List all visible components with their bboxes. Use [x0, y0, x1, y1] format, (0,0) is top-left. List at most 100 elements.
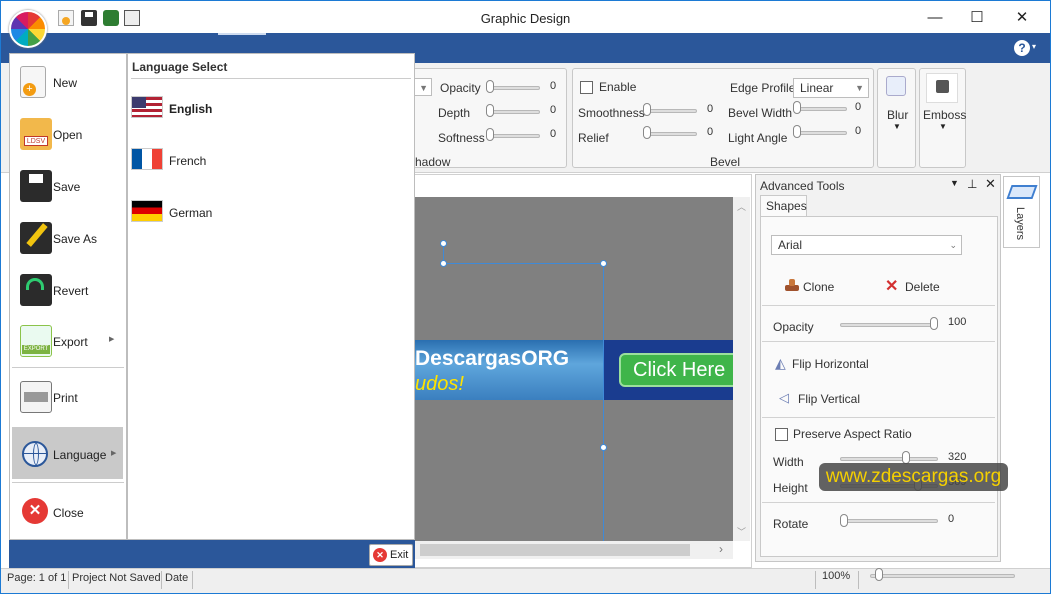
menu-language[interactable]: Language ▶	[12, 427, 123, 479]
close-window-button[interactable]: ✕	[999, 5, 1045, 31]
minimize-button[interactable]: —	[912, 5, 958, 31]
bevel-width-slider[interactable]	[793, 107, 847, 111]
menu-divider	[12, 367, 124, 368]
panel-menu-icon[interactable]: ▼	[950, 178, 959, 188]
france-flag-icon	[131, 148, 163, 170]
delete-button[interactable]: Delete	[905, 280, 940, 294]
emboss-label: Emboss	[923, 108, 967, 122]
globe-icon	[22, 441, 48, 467]
menu-close[interactable]: ✕ Close	[12, 492, 124, 532]
clone-icon[interactable]	[783, 277, 801, 293]
shadow-opacity-slider[interactable]	[486, 86, 540, 90]
delete-icon[interactable]: ✕	[885, 276, 898, 296]
width-slider[interactable]	[840, 457, 938, 461]
menu-save[interactable]: Save	[12, 167, 124, 207]
menu-save-as[interactable]: Save As	[12, 219, 124, 259]
maximize-button[interactable]: ☐	[954, 5, 1000, 31]
status-divider	[192, 571, 193, 589]
language-select-header: Language Select	[132, 60, 228, 74]
tab-shapes[interactable]: Shapes	[760, 195, 807, 216]
resize-handle-top-right[interactable]	[600, 260, 607, 267]
bevel-relief-thumb[interactable]	[643, 126, 651, 139]
menu-export[interactable]: EXPORT Export ▶	[12, 322, 124, 362]
exit-button[interactable]: ✕ Exit	[369, 544, 413, 566]
resize-handle-top-left[interactable]	[440, 260, 447, 267]
bevel-width-thumb[interactable]	[793, 101, 801, 114]
language-option-french[interactable]: French	[130, 145, 410, 175]
width-value: 320	[948, 451, 967, 463]
zoom-level: 100%	[822, 570, 851, 582]
bevel-relief-slider[interactable]	[643, 132, 697, 136]
scroll-right-icon[interactable]: ›	[719, 542, 723, 556]
shadow-softness-thumb[interactable]	[486, 128, 494, 141]
help-dropdown-icon[interactable]: ▾	[1032, 42, 1036, 51]
new-file-icon: +	[20, 66, 46, 98]
rotate-slider-thumb[interactable]	[840, 514, 848, 527]
bevel-width-value: 0	[855, 101, 862, 113]
light-angle-slider[interactable]	[793, 131, 847, 135]
shadow-opacity-thumb[interactable]	[486, 80, 494, 93]
language-option-english[interactable]: English	[130, 93, 410, 123]
export-icon: EXPORT	[20, 325, 52, 357]
shadow-depth-thumb[interactable]	[486, 104, 494, 117]
layers-side-tab[interactable]: Layers	[1003, 176, 1040, 248]
shadow-combo-arrow[interactable]: ▼	[414, 78, 432, 96]
banner-title-text[interactable]: DescargasORG	[415, 347, 569, 371]
shadow-opacity-value: 0	[550, 80, 557, 92]
bevel-group-label: Bevel	[710, 155, 741, 169]
selection-box-right	[603, 263, 604, 541]
us-flag-icon	[131, 96, 163, 118]
shadow-softness-slider[interactable]	[486, 134, 540, 138]
zoom-slider[interactable]	[870, 574, 1015, 578]
menu-divider	[12, 482, 124, 483]
panel-close-icon[interactable]: ✕	[985, 176, 996, 192]
export-submenu-icon: ▶	[109, 336, 115, 343]
menu-open[interactable]: LDSV Open	[12, 115, 124, 155]
opacity-slider[interactable]	[840, 323, 938, 327]
font-select[interactable]: Arial ⌄	[771, 235, 962, 255]
preserve-aspect-checkbox[interactable]	[775, 428, 788, 441]
design-canvas[interactable]: DescargasORG udos! Click Here	[415, 197, 733, 541]
canvas-vertical-scrollbar[interactable]: ︿ ﹀	[733, 197, 750, 541]
menu-revert[interactable]: Revert	[12, 271, 124, 311]
language-option-german[interactable]: German	[130, 197, 410, 227]
opacity-slider-thumb[interactable]	[930, 317, 938, 330]
edge-profile-select[interactable]: Linear ▼	[793, 78, 869, 98]
germany-flag-icon	[131, 200, 163, 222]
status-divider	[815, 571, 816, 589]
bevel-smoothness-value: 0	[707, 103, 714, 115]
shadow-depth-slider[interactable]	[486, 110, 540, 114]
divider	[762, 341, 995, 342]
flip-horizontal-button[interactable]: Flip Horizontal	[792, 357, 869, 371]
zoom-slider-thumb[interactable]	[875, 568, 883, 581]
status-divider	[161, 571, 162, 589]
header-divider	[131, 78, 411, 79]
resize-handle-right[interactable]	[600, 444, 607, 451]
bevel-smoothness-slider[interactable]	[643, 109, 697, 113]
width-label: Width	[773, 455, 804, 469]
light-angle-label: Light Angle	[728, 131, 788, 145]
shadow-depth-label: Depth	[438, 106, 471, 120]
light-angle-value: 0	[855, 125, 862, 137]
help-icon[interactable]: ?	[1014, 40, 1030, 56]
bevel-smoothness-thumb[interactable]	[643, 103, 651, 116]
advanced-tools-title: Advanced Tools	[760, 179, 845, 193]
rotation-handle[interactable]	[440, 240, 447, 247]
panel-pin-icon[interactable]: ⊥	[967, 177, 977, 191]
rotate-slider[interactable]	[840, 519, 938, 523]
menu-new[interactable]: + New	[12, 64, 124, 104]
bevel-smoothness-label: Smoothness	[578, 106, 645, 120]
menu-print[interactable]: Print	[12, 378, 124, 418]
app-logo-icon[interactable]	[9, 10, 47, 48]
layers-icon	[1006, 185, 1038, 199]
banner-subtitle-text[interactable]: udos!	[415, 373, 464, 396]
bevel-enable-checkbox[interactable]	[580, 81, 593, 94]
light-angle-thumb[interactable]	[793, 125, 801, 138]
flip-vertical-icon[interactable]: ◁	[779, 390, 789, 406]
flip-vertical-button[interactable]: Flip Vertical	[798, 392, 860, 406]
banner-click-here-button[interactable]: Click Here	[619, 353, 733, 387]
clone-button[interactable]: Clone	[803, 280, 834, 294]
canvas-horizontal-scroll-thumb[interactable]	[420, 544, 690, 556]
window-title: Graphic Design	[480, 11, 571, 26]
flip-horizontal-icon[interactable]: ◭	[775, 355, 786, 372]
